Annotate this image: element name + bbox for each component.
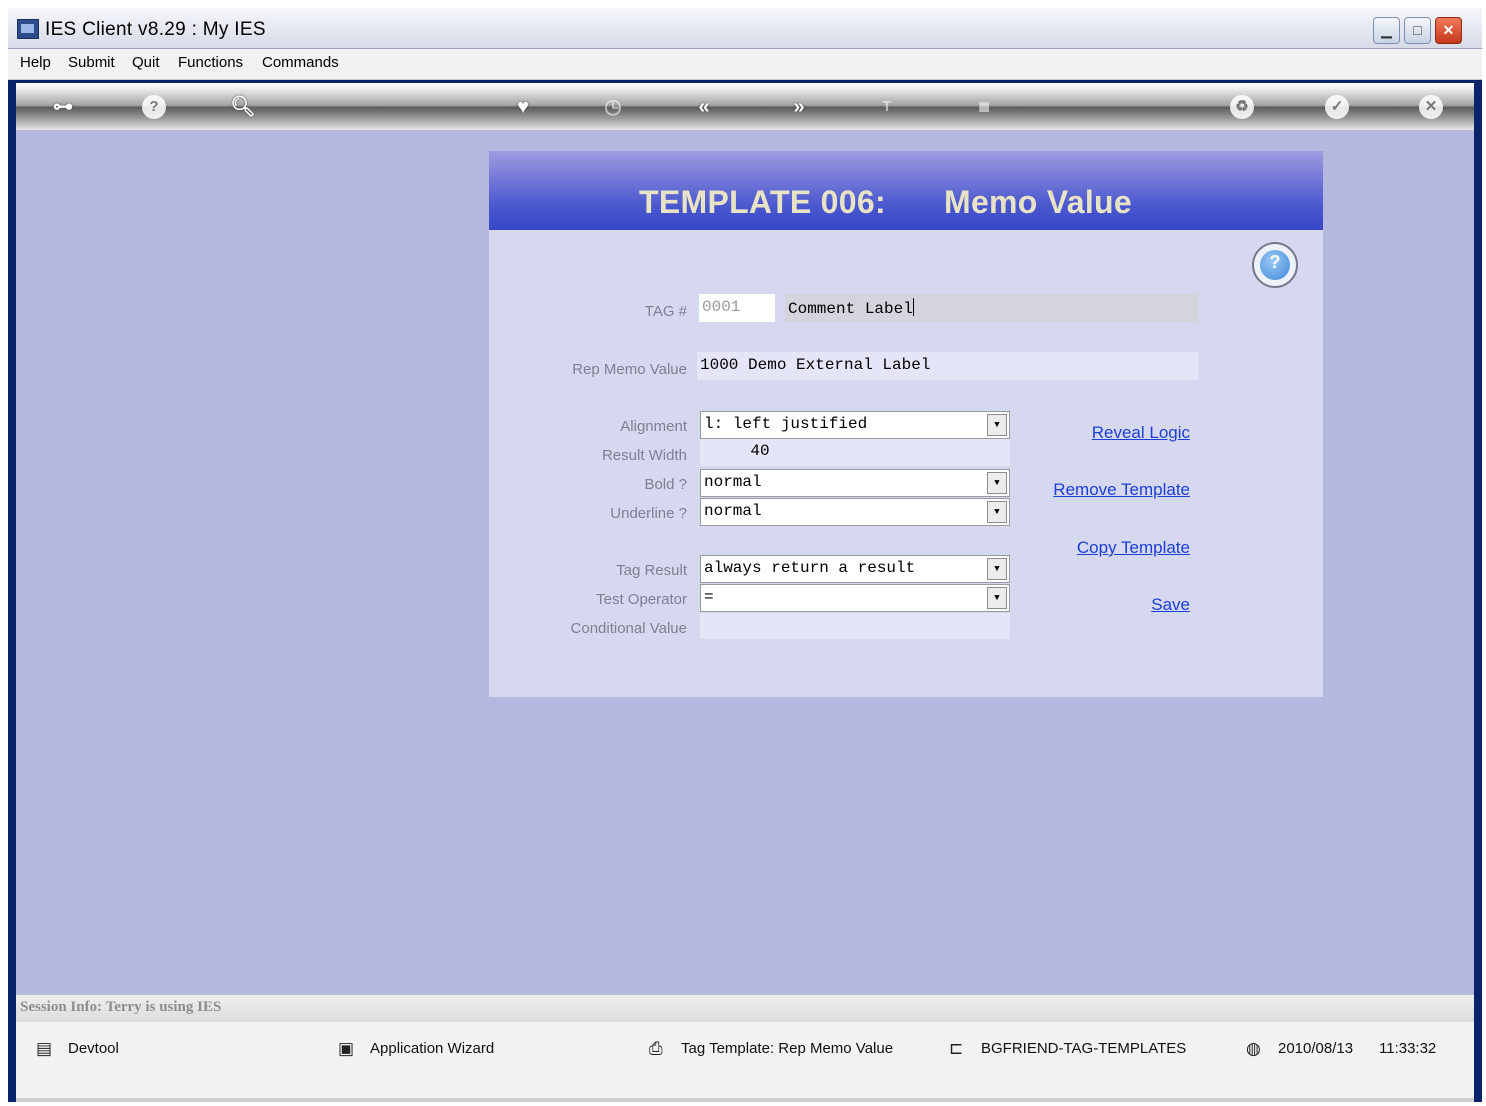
menu-bar: Help Submit Quit Functions Commands — [8, 49, 1482, 80]
bold-value: normal — [704, 473, 762, 491]
session-info: Session Info: Terry is using IES — [20, 999, 222, 1015]
recycle-icon[interactable]: ♻ — [1230, 95, 1254, 119]
tag-result-select[interactable]: always return a result ▼ — [700, 555, 1010, 583]
bgfriend-label: BGFRIEND-TAG-TEMPLATES — [981, 1040, 1187, 1057]
menu-functions[interactable]: Functions — [178, 54, 243, 71]
close-window-icon: ✕ — [1442, 22, 1455, 38]
chevron-down-icon[interactable]: ▼ — [987, 558, 1007, 580]
app-icon — [17, 19, 39, 39]
close-icon[interactable]: ✕ — [1419, 95, 1443, 119]
template-panel: TEMPLATE 006: Memo Value ? TAG # 0001 Co… — [489, 151, 1323, 697]
tag-label: TAG # — [644, 303, 687, 320]
maximize-button[interactable]: □ — [1404, 17, 1431, 44]
alignment-label: Alignment — [620, 418, 687, 435]
bottom-strip — [16, 1098, 1474, 1102]
menu-commands[interactable]: Commands — [262, 54, 339, 71]
copy-template-link[interactable]: Copy Template — [970, 538, 1190, 558]
test-operator-value: = — [704, 588, 714, 606]
tag-number-field[interactable]: 0001 — [699, 294, 775, 322]
window-title: IES Client v8.29 : My IES — [45, 19, 266, 40]
close-window-button[interactable]: ✕ — [1435, 17, 1462, 44]
rep-memo-field[interactable]: 1000 Demo External Label — [697, 352, 1198, 380]
menu-help[interactable]: Help — [20, 54, 51, 71]
minimize-icon: ▁ — [1381, 22, 1392, 38]
remove-template-link[interactable]: Remove Template — [970, 480, 1190, 500]
maximize-icon: □ — [1413, 22, 1422, 38]
tag-template-label: Tag Template: Rep Memo Value — [681, 1040, 894, 1057]
check-icon[interactable]: ✓ — [1325, 95, 1349, 119]
minimize-button[interactable]: ▁ — [1373, 17, 1400, 44]
app-wizard-label: Application Wizard — [370, 1040, 495, 1057]
save-link[interactable]: Save — [970, 595, 1190, 615]
clock-icon[interactable]: ◷ — [600, 94, 626, 120]
help-button[interactable]: ? — [1252, 242, 1298, 288]
menu-submit[interactable]: Submit — [68, 54, 115, 71]
key-icon[interactable]: ⊶ — [40, 94, 86, 120]
bold-label: Bold ? — [644, 476, 687, 493]
search-icon[interactable]: 🔍︎ — [230, 94, 256, 120]
conditional-value-label: Conditional Value — [570, 620, 687, 637]
toolbar: ⊶ ? 🔍︎ ♥ ◷ « » T ■ ♻ ✓ ✕ — [16, 83, 1474, 130]
reveal-logic-link[interactable]: Reveal Logic — [970, 423, 1190, 443]
help-icon[interactable]: ? — [142, 95, 166, 119]
network-icon: ⊏ — [949, 1039, 964, 1058]
text-icon[interactable]: T — [874, 94, 900, 120]
printer-icon: ⎙ — [649, 1039, 663, 1058]
title-bar[interactable]: IES Client v8.29 : My IES ▁ □ ✕ — [8, 8, 1482, 49]
bold-select[interactable]: normal ▼ — [700, 469, 1010, 497]
template-name: Memo Value — [944, 184, 1132, 220]
chip-icon[interactable]: ■ — [971, 94, 997, 120]
back-icon[interactable]: « — [691, 94, 717, 120]
result-width-field[interactable]: 40 — [700, 439, 1010, 466]
alignment-select[interactable]: l: left justified ▼ — [700, 411, 1010, 439]
date-label: 2010/08/13 — [1278, 1040, 1354, 1057]
tag-result-value: always return a result — [704, 559, 916, 577]
alignment-value: l: left justified — [704, 415, 868, 433]
question-icon: ? — [1269, 252, 1281, 272]
chevron-down-icon[interactable]: ▼ — [987, 501, 1007, 523]
wizard-icon: ▣ — [338, 1039, 355, 1058]
time-label: 11:33:32 — [1379, 1040, 1437, 1057]
template-number: TEMPLATE 006: — [639, 184, 886, 220]
underline-label: Underline ? — [610, 505, 687, 522]
test-operator-select[interactable]: = ▼ — [700, 584, 1010, 612]
conditional-value-field[interactable] — [700, 613, 1010, 639]
heart-icon[interactable]: ♥ — [510, 94, 536, 120]
app-window: IES Client v8.29 : My IES ▁ □ ✕ Help Sub… — [8, 8, 1482, 1102]
devtool-label: Devtool — [68, 1040, 119, 1057]
underline-select[interactable]: normal ▼ — [700, 498, 1010, 526]
text-cursor — [912, 298, 914, 316]
tag-result-label: Tag Result — [616, 562, 687, 579]
test-operator-label: Test Operator — [596, 591, 687, 608]
clock-icon: ◍ — [1246, 1039, 1261, 1058]
forward-icon[interactable]: » — [786, 94, 812, 120]
result-width-label: Result Width — [601, 447, 687, 464]
tag-name-text: Comment Label — [788, 300, 913, 318]
content-area: TEMPLATE 006: Memo Value ? TAG # 0001 Co… — [16, 130, 1474, 994]
taskbar: ▤ Devtool ▣ Application Wizard ⎙ Tag Tem… — [16, 1022, 1474, 1098]
panel-header: TEMPLATE 006: Memo Value — [489, 151, 1323, 230]
rep-memo-label: Rep Memo Value — [572, 361, 687, 378]
status-bar: Session Info: Terry is using IES — [16, 994, 1474, 1023]
underline-value: normal — [704, 502, 762, 520]
menu-quit[interactable]: Quit — [132, 54, 160, 71]
tag-name-field[interactable]: Comment Label — [785, 294, 1198, 322]
devtool-icon: ▤ — [36, 1039, 53, 1058]
